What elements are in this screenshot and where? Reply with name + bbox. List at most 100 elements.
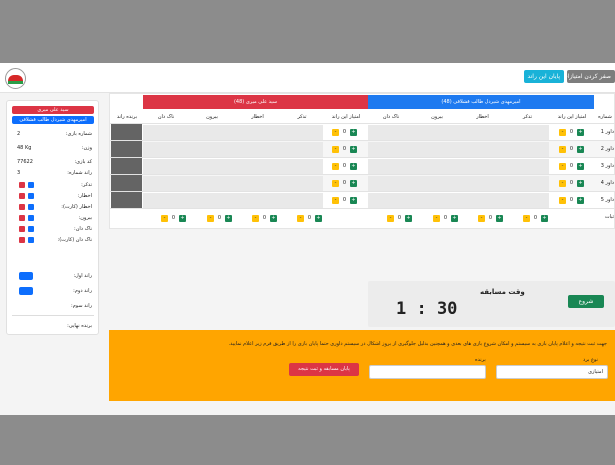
col-header-out: بیرون <box>206 114 218 120</box>
minus-button[interactable]: - <box>252 215 259 222</box>
plus-button[interactable]: + <box>350 197 357 204</box>
score-table: سید علی میری (48) امیرمهدی شیردل طالب قش… <box>109 93 615 229</box>
minus-button[interactable]: - <box>559 180 566 187</box>
blue-counter-badge[interactable] <box>28 182 34 188</box>
score-value: 0 <box>217 215 222 221</box>
red-counter-badge[interactable] <box>19 193 25 199</box>
end-round-button[interactable]: پایان این راند <box>524 70 564 83</box>
minus-button[interactable]: - <box>523 215 530 222</box>
score-value: 0 <box>569 129 574 135</box>
start-timer-button[interactable]: شروع <box>568 295 604 308</box>
red-counter-badge[interactable] <box>19 237 25 243</box>
minus-button[interactable]: - <box>332 146 339 153</box>
plus-button[interactable]: + <box>350 180 357 187</box>
out-counter-label: بیرون: <box>78 215 92 221</box>
judge-label: داور 2 <box>600 146 614 152</box>
round-winner-cell[interactable] <box>111 192 142 209</box>
red-counter-badge[interactable] <box>19 226 25 232</box>
red-counter-badge[interactable] <box>19 204 25 210</box>
round-1-winner-row: راند اول: <box>7 271 100 281</box>
minus-button[interactable]: - <box>161 215 168 222</box>
plus-button[interactable]: + <box>451 215 458 222</box>
plus-button[interactable]: + <box>315 215 322 222</box>
minus-button[interactable]: - <box>332 129 339 136</box>
red-counter-badge[interactable] <box>19 182 25 188</box>
round-winner-cell[interactable] <box>111 141 142 158</box>
plus-button[interactable]: + <box>577 197 584 204</box>
score-value: 0 <box>171 215 176 221</box>
plus-button[interactable]: + <box>350 146 357 153</box>
match-code-label: کد بازی: <box>74 159 92 165</box>
col-header-round-score: امتیاز این راند <box>331 114 361 120</box>
caution-counter-row: اخطار: <box>7 191 100 201</box>
plus-button[interactable]: + <box>350 129 357 136</box>
blue-counter-badge[interactable] <box>28 204 34 210</box>
minus-button[interactable]: - <box>332 163 339 170</box>
minus-button[interactable]: - <box>559 163 566 170</box>
win-type-select[interactable]: امتیازی <box>496 365 608 379</box>
round-winner-cell[interactable] <box>111 158 142 175</box>
match-code-row: کد بازی: 77622 <box>7 157 100 167</box>
minus-button[interactable]: - <box>433 215 440 222</box>
score-value: 0 <box>342 163 347 169</box>
page: پایان این راند صفر کردن امتیازات سید علی… <box>0 63 615 415</box>
blue-counter-badge[interactable] <box>28 193 34 199</box>
round-1-winner-label: راند اول: <box>73 273 92 279</box>
knockdown-counter-label: ناک دان: <box>74 226 92 232</box>
col-header-out: بیرون <box>431 114 443 120</box>
minus-button[interactable]: - <box>559 146 566 153</box>
minus-button[interactable]: - <box>297 215 304 222</box>
minus-button[interactable]: - <box>387 215 394 222</box>
plus-button[interactable]: + <box>577 180 584 187</box>
blue-counter-badge[interactable] <box>28 215 34 221</box>
round-2-winner-badge <box>19 287 33 295</box>
minus-button[interactable]: - <box>559 197 566 204</box>
plus-button[interactable]: + <box>577 163 584 170</box>
col-header-round-score: امتیاز این راند <box>557 114 587 120</box>
round-winner-cell[interactable] <box>111 175 142 192</box>
round-winner-cell[interactable] <box>111 124 142 141</box>
plus-button[interactable]: + <box>270 215 277 222</box>
red-competitor-name: سید علی میری <box>12 106 94 114</box>
score-value: 0 <box>533 215 538 221</box>
red-counter-badge[interactable] <box>19 215 25 221</box>
round-number-row: راند شماره: 3 <box>7 168 100 178</box>
score-value: 0 <box>569 163 574 169</box>
plus-button[interactable]: + <box>179 215 186 222</box>
winner-select[interactable] <box>369 365 486 379</box>
blue-competitor-header: امیرمهدی شیردل طالب قشلاقی (48) <box>368 95 594 109</box>
end-match-submit-button[interactable]: پایان مسابقه و ثبت نتیجه <box>289 363 359 376</box>
plus-button[interactable]: + <box>577 129 584 136</box>
minus-button[interactable]: - <box>332 180 339 187</box>
match-timer-panel: وقت مسابقه 1 : 30 شروع <box>368 281 615 327</box>
blue-counter-badge[interactable] <box>28 237 34 243</box>
col-header-warning: تذکر <box>297 114 307 120</box>
blue-counter-badge[interactable] <box>28 226 34 232</box>
match-info-panel: سید علی میری امیرمهدی شیردل طالب قشلاقی … <box>6 100 99 335</box>
score-value: 0 <box>397 215 402 221</box>
knockdown-card-counter-label: ناک دان (کارت): <box>57 237 92 243</box>
caution-card-counter-row: اخطار (کارت): <box>7 202 100 212</box>
plus-button[interactable]: + <box>350 163 357 170</box>
minus-button[interactable]: - <box>332 197 339 204</box>
col-header-knockdown: ناک دان <box>157 114 175 120</box>
divider <box>12 315 94 316</box>
zero-scores-button[interactable]: صفر کردن امتیازات <box>567 70 615 83</box>
plus-button[interactable]: + <box>225 215 232 222</box>
minus-button[interactable]: - <box>559 129 566 136</box>
judge-row: - 0 + - 0 + داور 3 <box>110 157 615 175</box>
knockdown-card-counter-row: ناک دان (کارت): <box>7 235 100 245</box>
plus-button[interactable]: + <box>577 146 584 153</box>
win-type-label: نوع برد <box>583 357 598 363</box>
round-3-winner-label: راند سوم: <box>71 303 92 309</box>
winner-label: برنده <box>475 357 486 363</box>
result-notice: جهت ثبت نتیجه و اعلام پایان بازی به سیست… <box>228 341 607 347</box>
plus-button[interactable]: + <box>541 215 548 222</box>
round-number-label: راند شماره: <box>67 170 92 176</box>
col-header-round-winner: برنده راند <box>116 114 138 120</box>
minus-button[interactable]: - <box>478 215 485 222</box>
plus-button[interactable]: + <box>496 215 503 222</box>
plus-button[interactable]: + <box>405 215 412 222</box>
minus-button[interactable]: - <box>207 215 214 222</box>
federation-logo <box>5 68 26 89</box>
